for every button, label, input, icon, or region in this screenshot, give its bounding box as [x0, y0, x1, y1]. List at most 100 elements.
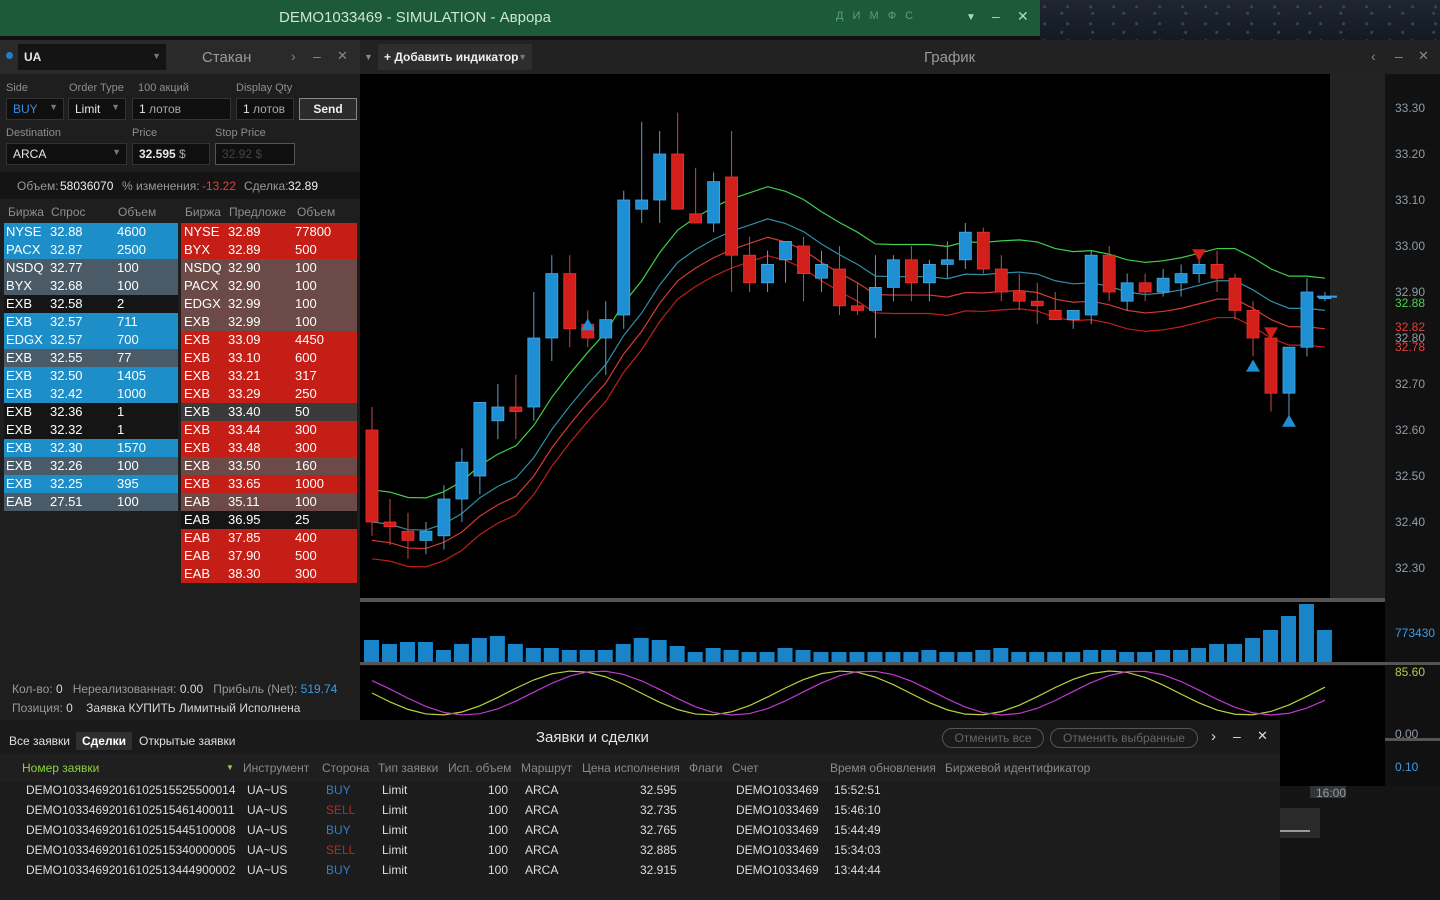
close-icon[interactable]: ✕: [1017, 8, 1029, 25]
tab-open-orders[interactable]: Открытые заявки: [139, 734, 236, 748]
price-input[interactable]: 32.595 $: [132, 143, 210, 165]
ask-row[interactable]: PACX 32.90 100: [181, 277, 357, 295]
col-side[interactable]: Сторона: [322, 761, 369, 775]
order-type-select[interactable]: Limit ▼: [68, 98, 126, 120]
ask-row[interactable]: EXB 33.10 600: [181, 349, 357, 367]
volume-bar: [579, 650, 595, 662]
volume-bar: [525, 648, 541, 662]
bid-row[interactable]: NYSE 32.88 4600: [4, 223, 178, 241]
table-row[interactable]: DEMO10334692016102515445100008 UA~US BUY Li…: [0, 820, 1280, 840]
bid-row[interactable]: NSDQ 32.77 100: [4, 259, 178, 277]
ask-row[interactable]: EXB 33.09 4450: [181, 331, 357, 349]
cancel-selected-button[interactable]: Отменить выбранные: [1050, 728, 1198, 748]
sort-desc-icon[interactable]: ▼: [226, 763, 234, 772]
ask-row[interactable]: EXB 33.50 160: [181, 457, 357, 475]
chart-menu-icon[interactable]: ▼: [364, 52, 373, 62]
ask-row[interactable]: NYSE 32.89 77800: [181, 223, 357, 241]
minimize-icon[interactable]: –: [992, 8, 1000, 24]
ask-header-price[interactable]: Предложе: [229, 205, 289, 219]
pane-splitter-2[interactable]: [360, 662, 1440, 665]
ask-row[interactable]: EXB 33.44 300: [181, 421, 357, 439]
scroll-handle[interactable]: [1280, 808, 1320, 838]
ma-mid-line: [371, 218, 1326, 531]
bid-row[interactable]: EXB 32.50 1405: [4, 367, 178, 385]
chevron-left-icon[interactable]: ‹: [1371, 48, 1376, 64]
ask-row[interactable]: EDGX 32.99 100: [181, 295, 357, 313]
bid-header-price[interactable]: Спрос: [51, 205, 86, 219]
cell-account: DEMO1033469: [736, 823, 819, 837]
bid-row[interactable]: EXB 32.30 1570: [4, 439, 178, 457]
ask-row[interactable]: EXB 33.21 317: [181, 367, 357, 385]
ask-header-volume[interactable]: Объем: [297, 205, 335, 219]
bid-row[interactable]: PACX 32.87 2500: [4, 241, 178, 259]
ask-volume: 100: [295, 494, 317, 509]
bid-volume: 1: [117, 404, 125, 419]
volume-bar: [1263, 630, 1278, 662]
col-instrument[interactable]: Инструмент: [243, 761, 309, 775]
bid-row[interactable]: EXB 32.57 711: [4, 313, 178, 331]
bid-row[interactable]: EXB 32.26 100: [4, 457, 178, 475]
bid-row[interactable]: EAB 27.51 100: [4, 493, 178, 511]
col-filled-qty[interactable]: Исп. объем: [448, 761, 511, 775]
col-update-time[interactable]: Время обновления: [830, 761, 936, 775]
ask-row[interactable]: BYX 32.89 500: [181, 241, 357, 259]
minimize-icon[interactable]: –: [1233, 728, 1241, 744]
col-order-type[interactable]: Тип заявки: [378, 761, 438, 775]
bid-header-volume[interactable]: Объем: [118, 205, 156, 219]
col-order-id[interactable]: Номер заявки: [22, 761, 99, 775]
link-dot-icon[interactable]: [6, 52, 13, 59]
ask-row[interactable]: EXB 33.48 300: [181, 439, 357, 457]
ask-row[interactable]: EXB 33.29 250: [181, 385, 357, 403]
chevron-right-icon[interactable]: ›: [291, 48, 296, 64]
bid-header-exchange[interactable]: Биржа: [8, 205, 44, 219]
col-exchange-id[interactable]: Биржевой идентификатор: [945, 761, 1090, 775]
bid-volume: 1000: [117, 386, 146, 401]
ask-row[interactable]: EAB 35.11 100: [181, 493, 357, 511]
close-icon[interactable]: ✕: [1257, 728, 1268, 744]
add-indicator-button[interactable]: + Добавить индикатор ▼: [378, 44, 532, 70]
ask-row[interactable]: EXB 33.40 50: [181, 403, 357, 421]
symbol-input[interactable]: UA ▼: [17, 43, 167, 71]
side-select[interactable]: BUY ▼: [6, 98, 64, 120]
col-route[interactable]: Маршрут: [521, 761, 572, 775]
bid-row[interactable]: EDGX 32.57 700: [4, 331, 178, 349]
col-exec-price[interactable]: Цена исполнения: [582, 761, 680, 775]
tray-icons[interactable]: Д И М Ф С: [836, 10, 916, 22]
tab-all-orders[interactable]: Все заявки: [9, 734, 70, 748]
display-qty-input[interactable]: 1 лотов: [236, 98, 294, 120]
bid-row[interactable]: EXB 32.55 77: [4, 349, 178, 367]
dropdown-icon[interactable]: ▼: [966, 12, 976, 23]
close-icon[interactable]: ✕: [1418, 48, 1429, 64]
close-icon[interactable]: ✕: [337, 48, 348, 64]
ask-row[interactable]: EXB 32.99 100: [181, 313, 357, 331]
stop-price-input[interactable]: 32.92 $: [215, 143, 295, 165]
table-row[interactable]: DEMO10334692016102515340000005 UA~US SELL L…: [0, 840, 1280, 860]
ask-row[interactable]: EAB 36.95 25: [181, 511, 357, 529]
ask-header-exchange[interactable]: Биржа: [185, 205, 221, 219]
minimize-icon[interactable]: –: [1395, 48, 1403, 64]
table-row[interactable]: DEMO10334692016102515461400011 UA~US SELL L…: [0, 800, 1280, 820]
ask-row[interactable]: EAB 37.85 400: [181, 529, 357, 547]
bid-row[interactable]: EXB 32.42 1000: [4, 385, 178, 403]
minimize-icon[interactable]: –: [313, 48, 321, 64]
table-row[interactable]: DEMO10334692016102515525500014 UA~US BUY Li…: [0, 780, 1280, 800]
bid-row[interactable]: EXB 32.25 395: [4, 475, 178, 493]
ask-row[interactable]: EAB 38.30 300: [181, 565, 357, 583]
destination-select[interactable]: ARCA ▼: [6, 143, 127, 165]
ask-row[interactable]: NSDQ 32.90 100: [181, 259, 357, 277]
qty-input[interactable]: 1 лотов: [132, 98, 231, 120]
cancel-all-button[interactable]: Отменить все: [942, 728, 1044, 748]
col-account[interactable]: Счет: [732, 761, 759, 775]
cell-instrument: UA~US: [247, 843, 288, 857]
ask-row[interactable]: EAB 37.90 500: [181, 547, 357, 565]
bid-row[interactable]: EXB 32.58 2: [4, 295, 178, 313]
chevron-right-icon[interactable]: ›: [1211, 728, 1216, 745]
tab-trades[interactable]: Сделки: [76, 732, 132, 750]
bid-row[interactable]: BYX 32.68 100: [4, 277, 178, 295]
send-button[interactable]: Send: [299, 98, 357, 120]
col-flags[interactable]: Флаги: [689, 761, 722, 775]
ask-row[interactable]: EXB 33.65 1000: [181, 475, 357, 493]
table-row[interactable]: DEMO10334692016102513444900002 UA~US BUY Li…: [0, 860, 1280, 880]
bid-row[interactable]: EXB 32.36 1: [4, 403, 178, 421]
bid-row[interactable]: EXB 32.32 1: [4, 421, 178, 439]
